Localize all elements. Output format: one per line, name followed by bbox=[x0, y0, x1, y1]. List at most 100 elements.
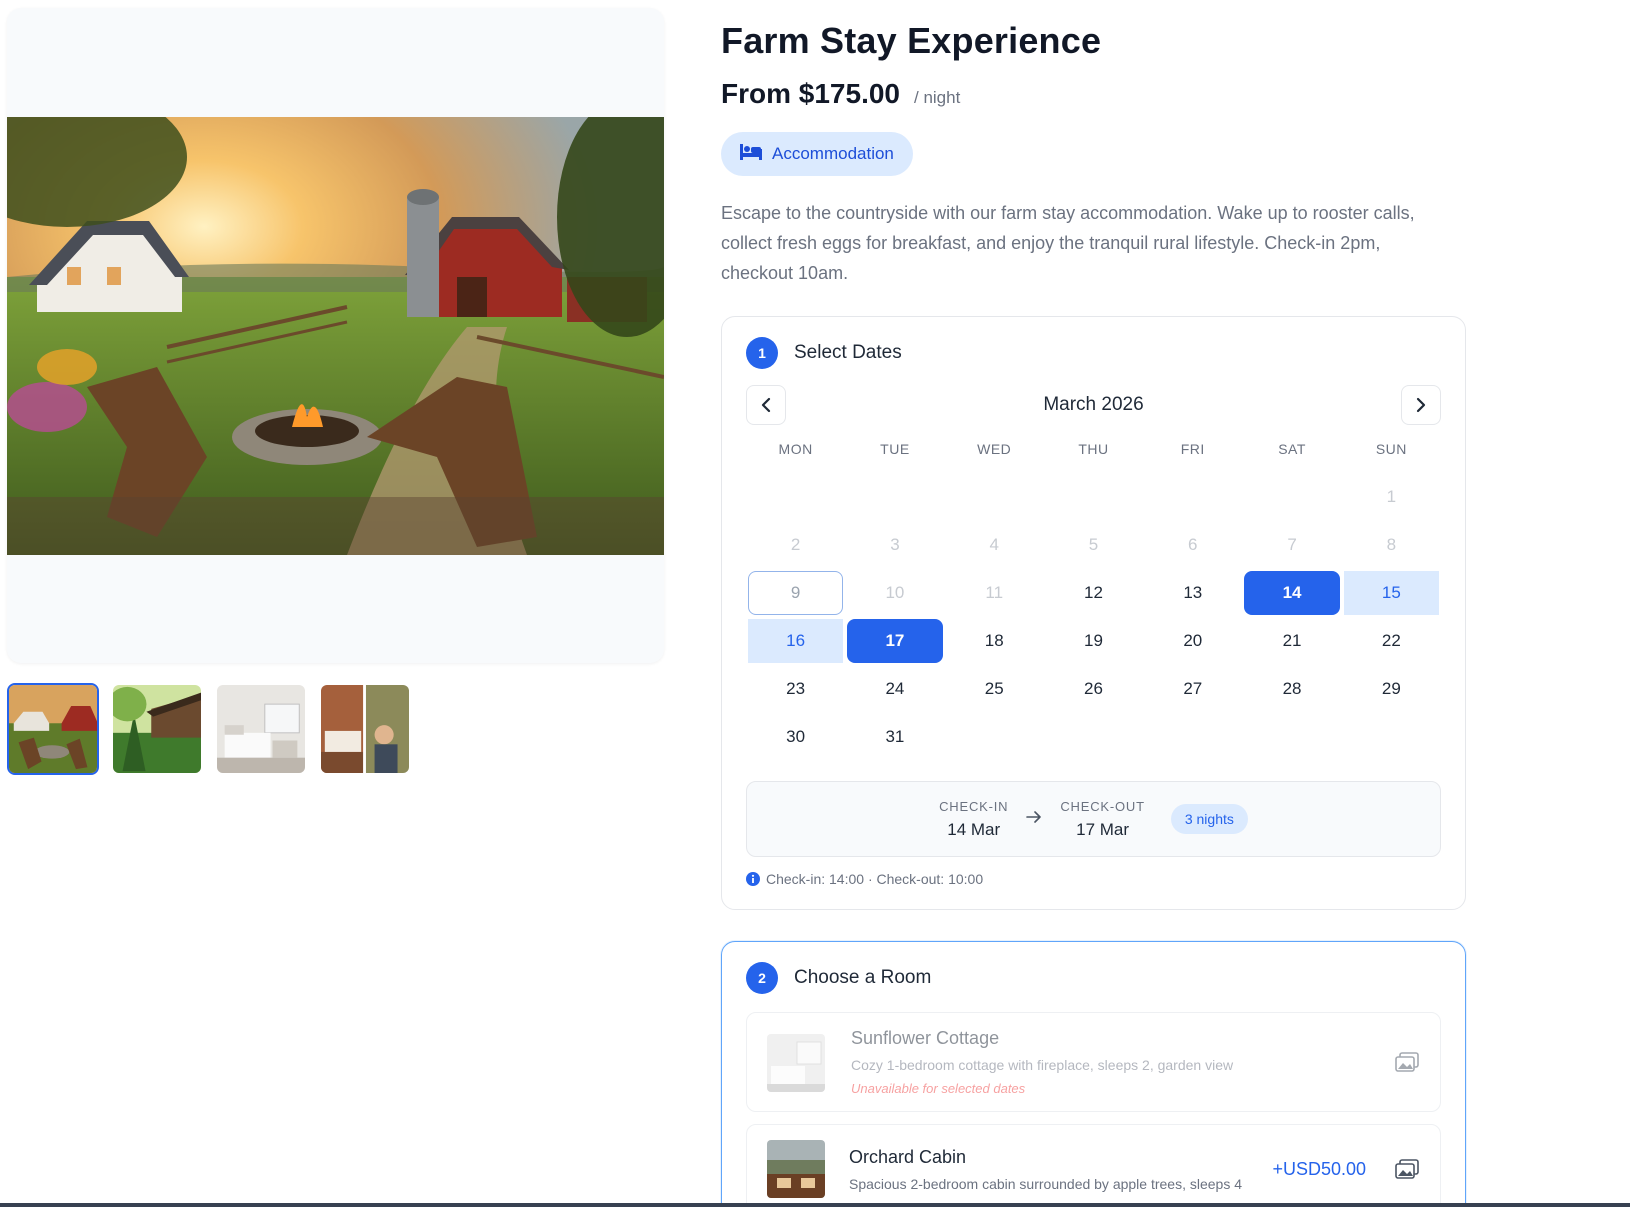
calendar-day-disabled: 7 bbox=[1287, 535, 1297, 554]
room-description: Spacious 2-bedroom cabin surrounded by a… bbox=[849, 1175, 1243, 1192]
weekday-label: SAT bbox=[1278, 441, 1306, 457]
room-option-orchard-cabin[interactable]: Orchard Cabin Spacious 2-bedroom cabin s… bbox=[746, 1124, 1441, 1207]
calendar-day[interactable]: 28 bbox=[1242, 667, 1341, 711]
category-label: Accommodation bbox=[772, 144, 894, 163]
calendar-day-check-in[interactable]: 14 bbox=[1244, 571, 1340, 615]
calendar-day-disabled: 11 bbox=[985, 583, 1004, 602]
select-dates-card: 1 Select Dates March 2026 MON TUE WED THU FR… bbox=[721, 316, 1466, 910]
calendar-day[interactable]: 26 bbox=[1044, 667, 1143, 711]
step-number: 2 bbox=[746, 962, 778, 994]
checkin-note: Check-in: 14:00 · Check-out: 10:00 bbox=[746, 871, 1441, 887]
images-icon bbox=[1395, 1052, 1419, 1072]
checkin-note-text: Check-in: 14:00 · Check-out: 10:00 bbox=[766, 871, 984, 887]
calendar-nav: March 2026 bbox=[746, 385, 1441, 425]
calendar-day[interactable]: 27 bbox=[1143, 667, 1242, 711]
step-header: 2 Choose a Room bbox=[746, 960, 1441, 996]
room-price: +USD50.00 bbox=[1272, 1158, 1366, 1179]
weekday-label: TUE bbox=[880, 441, 910, 457]
prev-month-button[interactable] bbox=[746, 385, 786, 425]
room-status: Unavailable for selected dates bbox=[851, 1081, 1026, 1096]
month-label: March 2026 bbox=[1043, 394, 1144, 415]
window-bottom-edge bbox=[0, 1203, 1630, 1207]
calendar-day[interactable]: 25 bbox=[945, 667, 1044, 711]
weekday-header: MON TUE WED THU FRI SAT SUN bbox=[746, 441, 1441, 465]
listing-price: From $175.00 bbox=[721, 78, 900, 109]
room-option-sunflower-cottage: Sunflower Cottage Cozy 1-bedroom cottage… bbox=[746, 1012, 1441, 1112]
chevron-left-icon bbox=[761, 397, 771, 413]
weekday-label: WED bbox=[977, 441, 1012, 457]
category-badge: Accommodation bbox=[721, 132, 913, 176]
info-icon bbox=[746, 872, 760, 886]
chevron-right-icon bbox=[1416, 397, 1426, 413]
step-number: 1 bbox=[746, 337, 778, 369]
listing-details: Farm Stay Experience From $175.00 / nigh… bbox=[721, 0, 1466, 1207]
check-out-value: 17 Mar bbox=[1076, 819, 1130, 839]
calendar-day[interactable]: 23 bbox=[746, 667, 845, 711]
calendar-day[interactable]: 13 bbox=[1143, 571, 1242, 615]
room-info: Orchard Cabin Spacious 2-bedroom cabin s… bbox=[849, 1147, 1272, 1192]
main-image-frame bbox=[7, 8, 664, 663]
calendar-day[interactable]: 30 bbox=[746, 715, 845, 759]
calendar-day-disabled: 6 bbox=[1188, 535, 1198, 554]
farm-firepit-thumb[interactable] bbox=[7, 683, 99, 775]
check-in-label: CHECK-IN bbox=[939, 798, 1009, 814]
price-unit: / night bbox=[914, 88, 961, 107]
calendar-day-disabled: 8 bbox=[1386, 535, 1397, 554]
calendar-day-in-range[interactable]: 15 bbox=[1343, 571, 1439, 615]
step-title: Select Dates bbox=[794, 342, 902, 363]
step-title: Choose a Room bbox=[794, 967, 932, 988]
image-gallery bbox=[7, 8, 664, 775]
listing-title: Farm Stay Experience bbox=[721, 20, 1102, 61]
next-month-button[interactable] bbox=[1401, 385, 1441, 425]
check-out-label: CHECK-OUT bbox=[1060, 798, 1145, 814]
bed-icon bbox=[740, 143, 762, 165]
calendar-day-disabled: 2 bbox=[790, 535, 801, 554]
calendar-day[interactable]: 19 bbox=[1044, 619, 1143, 663]
nights-badge: 3 nights bbox=[1170, 804, 1248, 834]
check-out-summary: CHECK-OUT 17 Mar bbox=[1060, 799, 1144, 840]
weekday-label: FRI bbox=[1180, 441, 1205, 457]
images-icon bbox=[1395, 1159, 1419, 1179]
calendar-day-in-range[interactable]: 16 bbox=[748, 619, 844, 663]
bedroom-thumb[interactable] bbox=[215, 683, 307, 775]
room-name: Orchard Cabin bbox=[849, 1146, 967, 1167]
calendar-grid: 1 2 3 4 5 6 7 8 9 10 11 12 13 14 15 16 17 18 19 20 21 22 23 24 2… bbox=[746, 475, 1441, 759]
weekday-label: THU bbox=[1078, 441, 1109, 457]
calendar-day-disabled: 10 bbox=[885, 583, 905, 602]
calendar-day-disabled: 4 bbox=[989, 535, 999, 554]
step-header: 1 Select Dates bbox=[746, 335, 1441, 371]
calendar-day[interactable]: 12 bbox=[1044, 571, 1143, 615]
calendar-day-disabled: 3 bbox=[890, 535, 900, 554]
calendar-day-disabled: 5 bbox=[1088, 535, 1099, 554]
room-photos-button[interactable] bbox=[1394, 1156, 1420, 1182]
calendar-day[interactable]: 18 bbox=[945, 619, 1044, 663]
check-in-value: 14 Mar bbox=[947, 819, 1001, 839]
room-description: Cozy 1-bedroom cottage with fireplace, s… bbox=[851, 1057, 1234, 1073]
calendar-day[interactable]: 29 bbox=[1342, 667, 1441, 711]
calendar-day-disabled: 1 bbox=[1386, 487, 1397, 506]
room-info: Sunflower Cottage Cozy 1-bedroom cottage… bbox=[851, 1028, 1394, 1096]
room-thumbnail bbox=[767, 1140, 825, 1198]
room-name: Sunflower Cottage bbox=[851, 1028, 1000, 1048]
calendar-day[interactable]: 20 bbox=[1143, 619, 1242, 663]
calendar-day[interactable]: 24 bbox=[845, 667, 944, 711]
arrow-right-icon bbox=[1026, 810, 1042, 828]
check-in-summary: CHECK-IN 14 Mar bbox=[939, 799, 1008, 840]
price-row: From $175.00 / night bbox=[721, 78, 1466, 110]
choose-room-card: 2 Choose a Room Sunflower Cottage Cozy 1… bbox=[721, 941, 1466, 1207]
calendar-day[interactable]: 31 bbox=[845, 715, 944, 759]
farm-activities-thumb[interactable] bbox=[319, 683, 411, 775]
listing-description: Escape to the countryside with our farm … bbox=[721, 203, 1415, 283]
room-photos-button[interactable] bbox=[1394, 1049, 1420, 1075]
thumbnail-strip bbox=[7, 683, 664, 775]
calendar-day-today[interactable]: 9 bbox=[748, 571, 844, 615]
calendar-day-check-out[interactable]: 17 bbox=[847, 619, 943, 663]
forest-cabin-thumb[interactable] bbox=[111, 683, 203, 775]
weekday-label: MON bbox=[778, 441, 813, 457]
stay-summary: CHECK-IN 14 Mar CHECK-OUT 17 Mar 3 night… bbox=[746, 781, 1441, 857]
calendar-day[interactable]: 21 bbox=[1242, 619, 1341, 663]
weekday-label: SUN bbox=[1375, 441, 1407, 457]
calendar-day[interactable]: 22 bbox=[1342, 619, 1441, 663]
room-thumbnail bbox=[767, 1034, 825, 1092]
farm-sunset-firepit-photo[interactable] bbox=[7, 117, 664, 555]
